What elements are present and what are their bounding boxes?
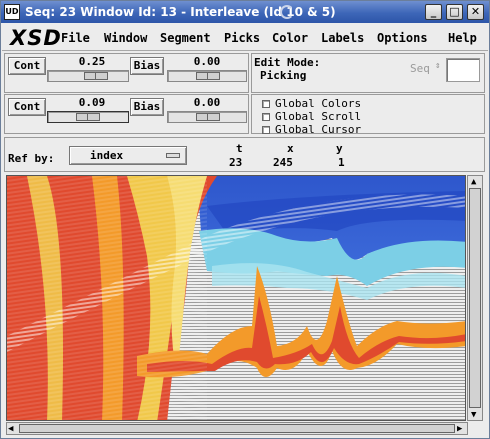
cont-slider-1[interactable] <box>47 70 129 82</box>
cont-value-2: 0.09 <box>78 96 106 109</box>
cont-value-1: 0.25 <box>78 55 106 68</box>
menu-segment[interactable]: Segment <box>160 31 211 45</box>
global-options-panel: Global Colors Global Scroll Global Curso… <box>251 94 485 136</box>
slider-thumb[interactable] <box>196 72 220 80</box>
bias-button-2[interactable]: Bias <box>130 98 164 116</box>
ref-by-label: Ref by: <box>8 152 55 165</box>
global-cursor-label: Global Cursor <box>275 123 362 136</box>
menu-picks[interactable]: Picks <box>224 31 260 45</box>
seismic-image[interactable] <box>7 176 466 421</box>
slider-thumb[interactable] <box>84 72 108 80</box>
menu-window[interactable]: Window <box>104 31 147 45</box>
dropdown-icon <box>166 153 180 158</box>
close-button[interactable]: ✕ <box>467 4 484 20</box>
edit-mode-value: Picking <box>260 69 307 82</box>
ref-by-value: index <box>90 149 124 162</box>
title-bar[interactable]: UD Seq: 23 Window Id: 13 - Interleave (I… <box>1 1 489 23</box>
cont-slider-2[interactable] <box>47 111 129 123</box>
seq-input[interactable] <box>446 58 480 82</box>
bias-button-1[interactable]: Bias <box>130 57 164 75</box>
menu-options[interactable]: Options <box>377 31 428 45</box>
scroll-down-arrow-icon[interactable]: ▼ <box>471 410 476 420</box>
scroll-left-arrow-icon[interactable]: ◀ <box>8 424 13 434</box>
scroll-right-arrow-icon[interactable]: ▶ <box>457 424 462 434</box>
ref-by-select[interactable]: index <box>69 146 187 165</box>
global-colors-checkbox[interactable] <box>262 100 270 108</box>
vertical-scrollbar[interactable]: ▲ ▼ <box>467 175 483 421</box>
slider-thumb[interactable] <box>196 113 220 121</box>
y-value: 1 <box>338 156 345 169</box>
t-label: t <box>236 142 243 155</box>
global-scroll-checkbox[interactable] <box>262 113 270 121</box>
seismic-image-canvas[interactable] <box>6 175 466 421</box>
bias-value-2: 0.00 <box>193 96 221 109</box>
cont-button-1[interactable]: Cont <box>8 57 46 75</box>
global-scroll-label: Global Scroll <box>275 110 362 123</box>
global-colors-label: Global Colors <box>275 97 362 110</box>
seq-label: Seq <box>410 62 430 75</box>
contrast-bias-panel-2: Cont 0.09 Bias 0.00 <box>4 94 249 134</box>
horizontal-scrollbar[interactable]: ◀ ▶ <box>6 422 468 435</box>
menu-labels[interactable]: Labels <box>321 31 364 45</box>
cont-button-2[interactable]: Cont <box>8 98 46 116</box>
scroll-up-arrow-icon[interactable]: ▲ <box>471 177 476 187</box>
menu-help[interactable]: Help <box>448 31 477 45</box>
horizontal-scroll-thumb[interactable] <box>19 424 455 433</box>
bias-slider-1[interactable] <box>167 70 247 82</box>
t-value: 23 <box>229 156 243 169</box>
spiral-icon <box>280 5 294 19</box>
contrast-bias-panel-1: Cont 0.25 Bias 0.00 <box>4 53 249 93</box>
app-icon[interactable]: UD <box>4 4 20 20</box>
bias-value-1: 0.00 <box>193 55 221 68</box>
bias-slider-2[interactable] <box>167 111 247 123</box>
x-value: 245 <box>273 156 293 169</box>
vertical-scroll-thumb[interactable] <box>469 188 481 408</box>
minimize-button[interactable]: _ <box>425 4 442 20</box>
reference-panel: Ref by: index t x y 23 245 1 <box>4 137 485 172</box>
xsd-window: UD Seq: 23 Window Id: 13 - Interleave (I… <box>0 0 490 439</box>
edit-mode-label: Edit Mode: <box>254 56 321 69</box>
y-label: y <box>336 142 343 155</box>
x-label: x <box>287 142 294 155</box>
global-cursor-checkbox[interactable] <box>262 126 270 134</box>
menu-color[interactable]: Color <box>272 31 308 45</box>
maximize-button[interactable]: □ <box>446 4 463 20</box>
menu-file[interactable]: File <box>61 31 90 45</box>
xsd-logo: XSD <box>10 26 62 50</box>
seq-spin-arrows-icon[interactable]: ⇕ <box>435 61 440 71</box>
slider-thumb[interactable] <box>76 113 100 121</box>
menu-bar: XSD File Window Segment Picks Color Labe… <box>2 23 488 51</box>
